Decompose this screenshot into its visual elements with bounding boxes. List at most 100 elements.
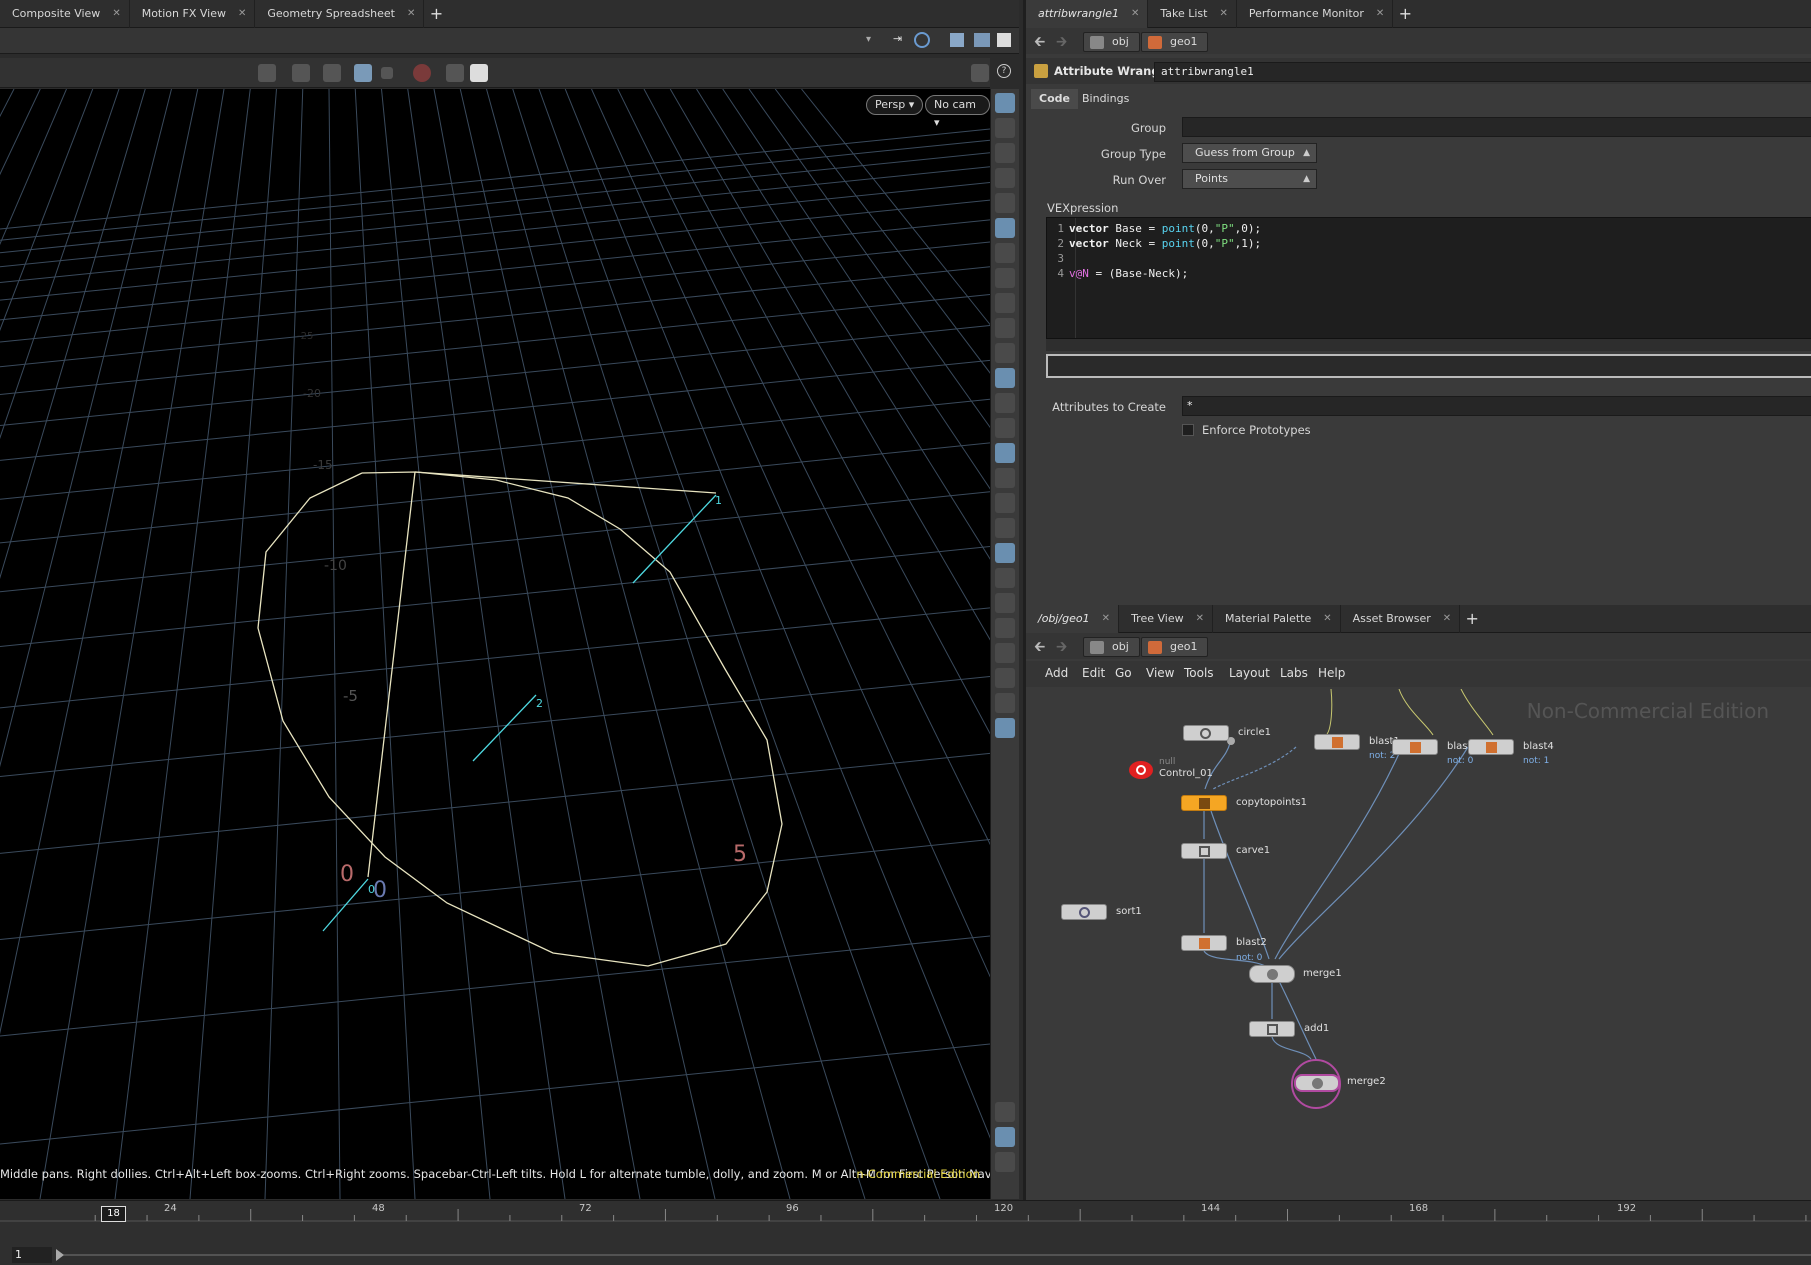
tab-tree-view[interactable]: Tree View ✕ [1119, 604, 1213, 633]
add-tab-icon[interactable]: + [1460, 609, 1484, 628]
close-icon[interactable]: ✕ [1102, 613, 1110, 624]
persp-menu[interactable]: Persp ▾ [866, 95, 924, 115]
cube-icon[interactable] [950, 33, 964, 47]
menu-view[interactable]: View [1146, 666, 1174, 680]
back-arrow-icon[interactable]: 🡰 [1034, 31, 1045, 55]
breadcrumb-obj[interactable]: obj [1083, 32, 1140, 52]
tab-performance-monitor[interactable]: Performance Monitor ✕ [1237, 0, 1394, 28]
lock-icon[interactable] [995, 143, 1015, 163]
display-icon[interactable] [381, 67, 393, 79]
record-icon[interactable] [413, 64, 431, 82]
tab-motion-fx-view[interactable]: Motion FX View ✕ [130, 0, 256, 28]
shading-icon[interactable] [995, 343, 1015, 363]
node-copytopoints1[interactable] [1181, 795, 1227, 811]
group-type-dropdown[interactable]: Guess from Group ▲ [1182, 143, 1317, 163]
close-icon[interactable]: ✕ [1131, 8, 1139, 19]
tab-obj-geo1[interactable]: /obj/geo1 ✕ [1026, 604, 1120, 633]
dropdown-arrow-icon[interactable]: ▾ [866, 34, 871, 45]
leaf-icon[interactable] [995, 618, 1015, 638]
node-blast3[interactable] [1392, 739, 1438, 755]
node-control01[interactable] [1126, 759, 1156, 781]
node-merge2[interactable] [1294, 1074, 1340, 1092]
tab-geometry-spreadsheet[interactable]: Geometry Spreadsheet ✕ [255, 0, 425, 28]
render-icon[interactable] [470, 64, 488, 82]
close-icon[interactable]: ✕ [407, 8, 415, 19]
corner-icon[interactable] [995, 518, 1015, 538]
pin-icon[interactable]: ⇥ [893, 32, 907, 46]
info-icon[interactable] [995, 1102, 1015, 1122]
film-icon[interactable] [995, 668, 1015, 688]
menu-add[interactable]: Add [1045, 666, 1068, 680]
handle-icon[interactable] [292, 64, 310, 82]
checker-icon[interactable] [995, 568, 1015, 588]
breadcrumb-geo[interactable]: geo1 [1141, 637, 1209, 657]
vex-code-editor[interactable]: 1 vector Base = point(0,"P",0); 2 vector N… [1046, 217, 1811, 339]
editor-resize-handle[interactable] [1046, 339, 1811, 351]
picture-icon[interactable] [995, 693, 1015, 713]
square-icon[interactable] [997, 33, 1011, 47]
grid-icon[interactable] [995, 1127, 1015, 1147]
tab-asset-browser[interactable]: Asset Browser ✕ [1341, 604, 1461, 633]
help-icon[interactable]: ? [997, 64, 1011, 78]
camera-icon[interactable] [995, 293, 1015, 313]
eye-icon[interactable] [995, 1152, 1015, 1172]
attributes-field[interactable]: * [1182, 396, 1811, 416]
light-icon[interactable] [995, 218, 1015, 238]
node-sort1[interactable] [1061, 904, 1107, 920]
menu-labs[interactable]: Labs [1280, 666, 1308, 680]
add-tab-icon[interactable]: + [1393, 4, 1417, 23]
move-pivot-icon[interactable] [258, 64, 276, 82]
node-circle1[interactable] [1183, 725, 1229, 741]
brush-icon[interactable] [995, 393, 1015, 413]
tab-attribwrangle1[interactable]: attribwrangle1 ✕ [1026, 0, 1149, 28]
tab-material-palette[interactable]: Material Palette ✕ [1213, 604, 1341, 633]
current-frame-marker[interactable]: 18 [101, 1206, 126, 1222]
timeline[interactable]: 18 24 48 72 96 120 144 168 192 1 [0, 1200, 1811, 1265]
tab-composite-view[interactable]: Composite View ✕ [0, 0, 130, 28]
view-options-icon[interactable] [971, 64, 989, 82]
frame-input[interactable]: 1 [12, 1247, 52, 1263]
bucket-icon[interactable] [995, 493, 1015, 513]
node-blast4[interactable] [1468, 739, 1514, 755]
tool-icon[interactable] [995, 643, 1015, 663]
diamond-icon[interactable] [995, 593, 1015, 613]
close-icon[interactable]: ✕ [1219, 8, 1227, 19]
cubes-icon[interactable] [974, 33, 990, 47]
menu-go[interactable]: Go [1115, 666, 1132, 680]
menu-help[interactable]: Help [1318, 666, 1345, 680]
snap-icon[interactable] [323, 64, 341, 82]
menu-layout[interactable]: Layout [1229, 666, 1270, 680]
pin-location-icon[interactable] [995, 718, 1015, 738]
close-circle-icon[interactable] [995, 168, 1015, 188]
close-icon[interactable]: ✕ [1376, 8, 1384, 19]
tab-take-list[interactable]: Take List ✕ [1148, 0, 1237, 28]
close-icon[interactable]: ✕ [1443, 613, 1451, 624]
node-merge1[interactable] [1249, 965, 1295, 983]
run-over-dropdown[interactable]: Points ▲ [1182, 169, 1317, 189]
node-add1[interactable] [1249, 1021, 1295, 1037]
settings-icon[interactable] [446, 64, 464, 82]
menu-tools[interactable]: Tools [1184, 666, 1214, 680]
wireframe-icon[interactable] [995, 318, 1015, 338]
group-field[interactable] [1182, 117, 1811, 137]
number-icon[interactable] [995, 443, 1015, 463]
point-display-icon[interactable] [995, 368, 1015, 388]
forward-arrow-icon[interactable]: 🡲 [1056, 31, 1067, 55]
tab-code[interactable]: Code [1031, 89, 1078, 109]
breadcrumb-geo[interactable]: geo1 [1141, 32, 1209, 52]
tab-bindings[interactable]: Bindings [1074, 89, 1137, 109]
close-icon[interactable]: ✕ [1196, 613, 1204, 624]
menu-edit[interactable]: Edit [1082, 666, 1105, 680]
mountain-icon[interactable] [995, 543, 1015, 563]
add-tab-icon[interactable]: + [424, 4, 448, 23]
3d-viewport[interactable]: 0 1 2 0 5 5 0 -5 -10 -15 -20 -25 Persp ▾… [0, 89, 990, 1199]
forward-arrow-icon[interactable]: 🡲 [1056, 636, 1067, 660]
close-icon[interactable]: ✕ [1323, 613, 1331, 624]
node-blast2[interactable] [1181, 935, 1227, 951]
target-icon[interactable] [914, 32, 930, 48]
network-editor[interactable]: Non-Commercial Edition circle1 blast1 no… [1031, 689, 1811, 1200]
breadcrumb-obj[interactable]: obj [1083, 637, 1140, 657]
bulb-icon[interactable] [995, 243, 1015, 263]
ghost-icon[interactable] [995, 118, 1015, 138]
skull-icon[interactable] [995, 268, 1015, 288]
